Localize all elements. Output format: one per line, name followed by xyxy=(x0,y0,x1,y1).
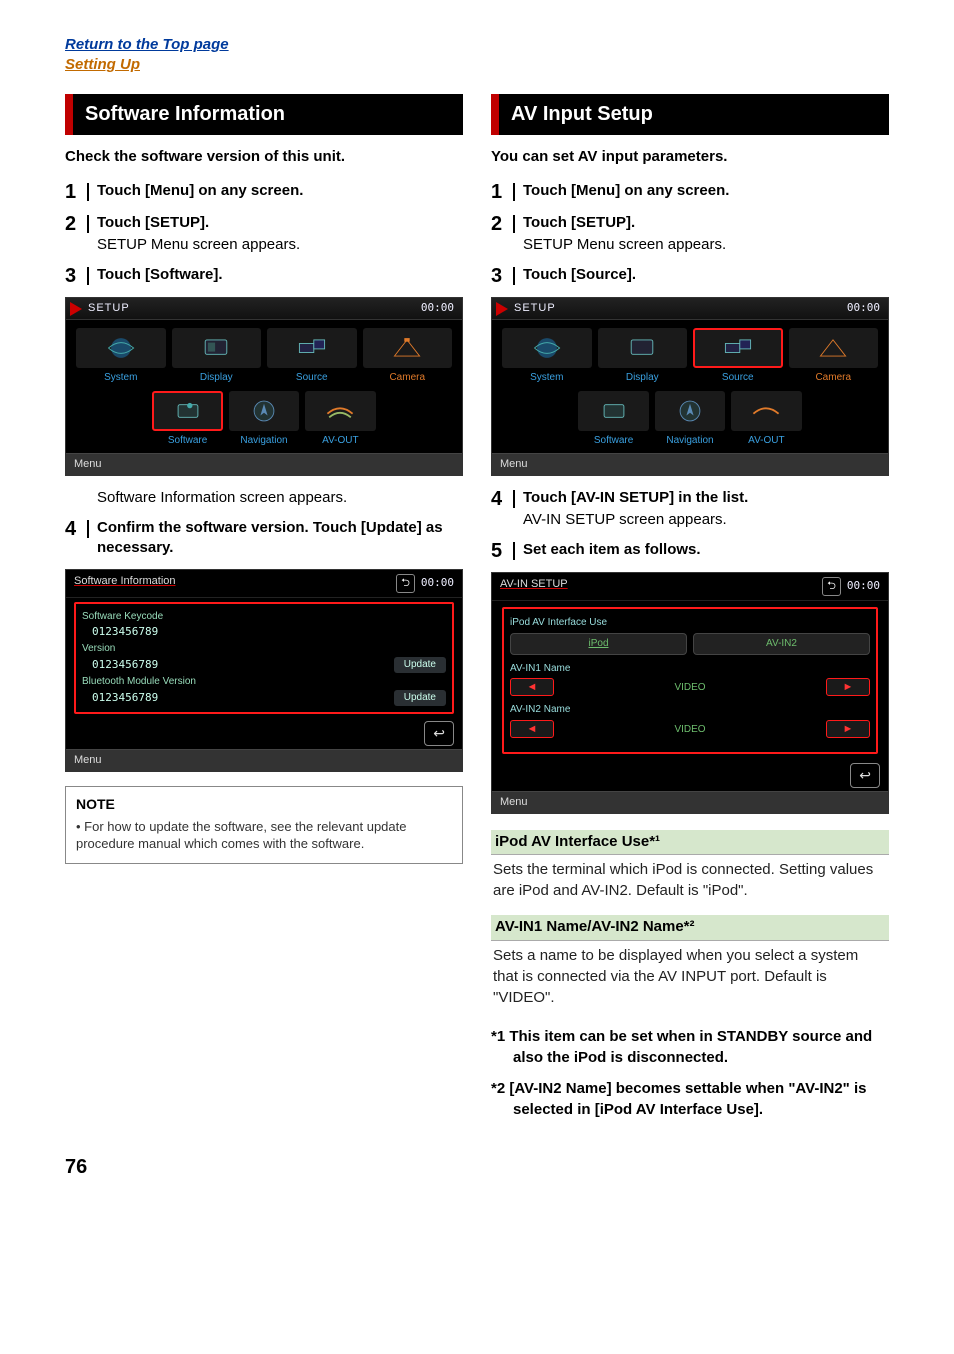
step-number: 4 xyxy=(491,488,513,510)
update-bluetooth-button[interactable]: Update xyxy=(394,690,446,706)
step-4-title: Confirm the software version. Touch [Upd… xyxy=(97,519,443,556)
software-keycode-label: Software Keycode xyxy=(82,610,163,624)
setup-screenshot-right: SETUP 00:00 System Display Source Camera… xyxy=(491,297,889,476)
clock: 00:00 xyxy=(421,301,454,316)
step-number: 5 xyxy=(491,540,513,562)
back-icon[interactable]: ⮌ xyxy=(822,577,841,596)
menu-button[interactable]: Menu xyxy=(66,453,462,475)
step-2-desc: SETUP Menu screen appears. xyxy=(523,235,889,255)
version-value: 0123456789 xyxy=(92,658,158,673)
software-info-heading: Software Information xyxy=(65,94,463,135)
software-info-screenshot: Software Information ⮌ 00:00 Software Key… xyxy=(65,569,463,772)
tile-source[interactable]: Source xyxy=(267,328,357,385)
tile-source[interactable]: Source xyxy=(693,328,783,385)
av-input-heading: AV Input Setup xyxy=(491,94,889,135)
back-icon[interactable]: ↩ xyxy=(850,763,880,788)
software-keycode-value: 0123456789 xyxy=(92,625,158,640)
bluetooth-version-label: Bluetooth Module Version xyxy=(82,675,196,689)
step-2-title: Touch [SETUP]. xyxy=(97,214,209,231)
avin1-name-value: VIDEO xyxy=(560,681,820,695)
tile-camera[interactable]: Camera xyxy=(789,328,879,385)
tile-navigation[interactable]: Navigation xyxy=(229,391,299,448)
step-2-title: Touch [SETUP]. xyxy=(523,214,635,231)
prev-arrow-button[interactable]: ◄ xyxy=(510,720,554,738)
step-3-title: Touch [Source]. xyxy=(523,266,636,283)
tile-software[interactable]: Software xyxy=(152,391,222,448)
software-info-appears: Software Information screen appears. xyxy=(97,488,463,508)
step-3-title: Touch [Software]. xyxy=(97,266,223,283)
avin2-name-value: VIDEO xyxy=(560,723,820,737)
tile-system[interactable]: System xyxy=(502,328,592,385)
return-top-link[interactable]: Return to the Top page xyxy=(65,36,229,53)
next-arrow-button[interactable]: ► xyxy=(826,678,870,696)
tile-software[interactable]: Software xyxy=(578,391,648,448)
back-icon[interactable]: ↩ xyxy=(424,721,454,746)
step-number: 3 xyxy=(65,265,87,287)
avin2-name-label: AV-IN2 Name xyxy=(510,704,570,715)
step-number: 3 xyxy=(491,265,513,287)
update-version-button[interactable]: Update xyxy=(394,657,446,673)
screen-title: SETUP xyxy=(88,301,130,316)
av-input-intro: You can set AV input parameters. xyxy=(491,147,889,167)
note-heading: NOTE xyxy=(76,795,452,814)
ipod-interface-label: iPod AV Interface Use xyxy=(510,617,607,628)
setting-up-link[interactable]: Setting Up xyxy=(65,56,140,73)
step-4-title: Touch [AV-IN SETUP] in the list. xyxy=(523,489,748,506)
brand-logo-icon xyxy=(70,302,82,316)
step-5-title: Set each item as follows. xyxy=(523,541,701,558)
tile-navigation[interactable]: Navigation xyxy=(655,391,725,448)
tile-camera[interactable]: Camera xyxy=(363,328,453,385)
step-2-desc: SETUP Menu screen appears. xyxy=(97,235,463,255)
setup-screenshot-left: SETUP 00:00 System Display Source Camera… xyxy=(65,297,463,476)
tile-display[interactable]: Display xyxy=(172,328,262,385)
bluetooth-version-value: 0123456789 xyxy=(92,691,158,706)
avin1-name-label: AV-IN1 Name xyxy=(510,663,570,674)
avin-setup-screenshot: AV-IN SETUP ⮌ 00:00 iPod AV Interface Use… xyxy=(491,572,889,814)
ipod-option-button[interactable]: iPod xyxy=(510,633,687,655)
clock: 00:00 xyxy=(847,301,880,316)
tile-display[interactable]: Display xyxy=(598,328,688,385)
clock: 00:00 xyxy=(847,579,880,594)
version-label: Version xyxy=(82,642,115,656)
note-box: NOTE For how to update the software, see… xyxy=(65,786,463,864)
back-icon[interactable]: ⮌ xyxy=(396,574,415,593)
menu-button[interactable]: Menu xyxy=(66,749,462,771)
page-number: 76 xyxy=(65,1154,889,1181)
avin2-option-button[interactable]: AV-IN2 xyxy=(693,633,870,655)
step-1-title: Touch [Menu] on any screen. xyxy=(97,182,303,199)
screen-title: SETUP xyxy=(514,301,556,316)
avin-name-option-heading: AV-IN1 Name/AV-IN2 Name*² xyxy=(491,915,889,940)
tile-av-out[interactable]: AV-OUT xyxy=(305,391,375,448)
step-4-desc: AV-IN SETUP screen appears. xyxy=(523,510,889,530)
step-number: 2 xyxy=(65,213,87,235)
step-number: 1 xyxy=(65,181,87,203)
footnote-1: *1 This item can be set when in STANDBY … xyxy=(491,1026,889,1068)
step-number: 1 xyxy=(491,181,513,203)
step-1-title: Touch [Menu] on any screen. xyxy=(523,182,729,199)
menu-button[interactable]: Menu xyxy=(492,791,888,813)
avin-name-option-body: Sets a name to be displayed when you sel… xyxy=(491,941,889,1016)
ipod-interface-option-body: Sets the terminal which iPod is connecte… xyxy=(491,855,889,909)
screen-title: Software Information xyxy=(74,574,176,593)
brand-logo-icon xyxy=(496,302,508,316)
prev-arrow-button[interactable]: ◄ xyxy=(510,678,554,696)
tile-av-out[interactable]: AV-OUT xyxy=(731,391,801,448)
software-info-intro: Check the software version of this unit. xyxy=(65,147,463,167)
tile-system[interactable]: System xyxy=(76,328,166,385)
ipod-interface-option-heading: iPod AV Interface Use*¹ xyxy=(491,830,889,855)
screen-title: AV-IN SETUP xyxy=(500,577,568,596)
clock: 00:00 xyxy=(421,576,454,591)
menu-button[interactable]: Menu xyxy=(492,453,888,475)
note-item: For how to update the software, see the … xyxy=(76,818,452,853)
next-arrow-button[interactable]: ► xyxy=(826,720,870,738)
footnote-2: *2 [AV-IN2 Name] becomes settable when "… xyxy=(491,1078,889,1120)
step-number: 2 xyxy=(491,213,513,235)
step-number: 4 xyxy=(65,518,87,540)
